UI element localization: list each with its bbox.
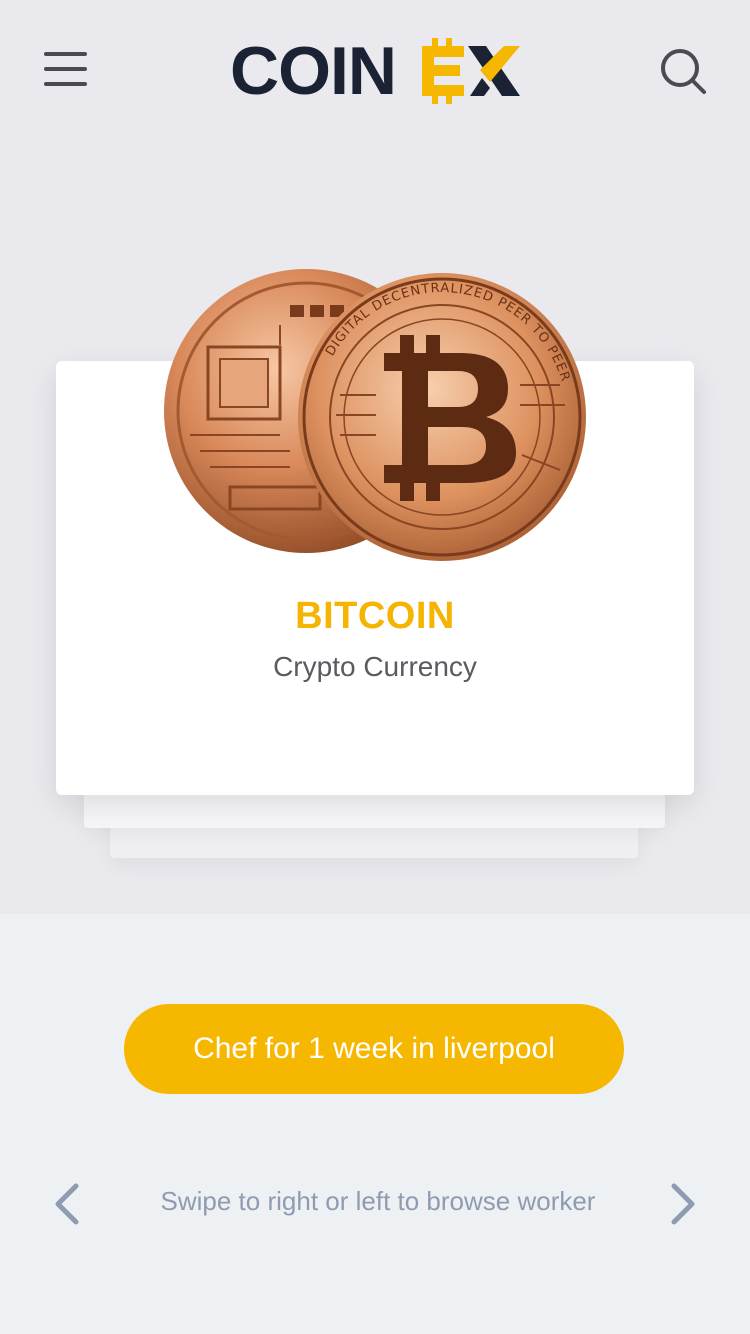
prev-button[interactable] <box>50 1182 84 1226</box>
footer-background <box>0 914 750 1334</box>
logo-ex-mark <box>422 38 520 104</box>
search-icon <box>661 49 706 94</box>
chevron-left-icon <box>55 1183 79 1225</box>
card-title: BITCOIN <box>295 595 455 637</box>
search-button[interactable] <box>658 46 708 96</box>
swipe-hint: Swipe to right or left to browse worker <box>160 1186 596 1216</box>
bitcoin-coins-image: DIGITAL DECENTRALIZED PEER TO PEER <box>160 265 590 565</box>
card-subtitle: Crypto Currency <box>273 651 477 682</box>
menu-button[interactable] <box>44 50 88 88</box>
chevron-right-icon <box>671 1183 695 1225</box>
next-button[interactable] <box>666 1182 700 1226</box>
cta-button[interactable]: Chef for 1 week in liverpool <box>124 1004 624 1094</box>
app-logo: COIN <box>230 36 522 106</box>
logo-text-main: COIN <box>230 33 397 109</box>
hamburger-menu-icon <box>44 52 87 56</box>
